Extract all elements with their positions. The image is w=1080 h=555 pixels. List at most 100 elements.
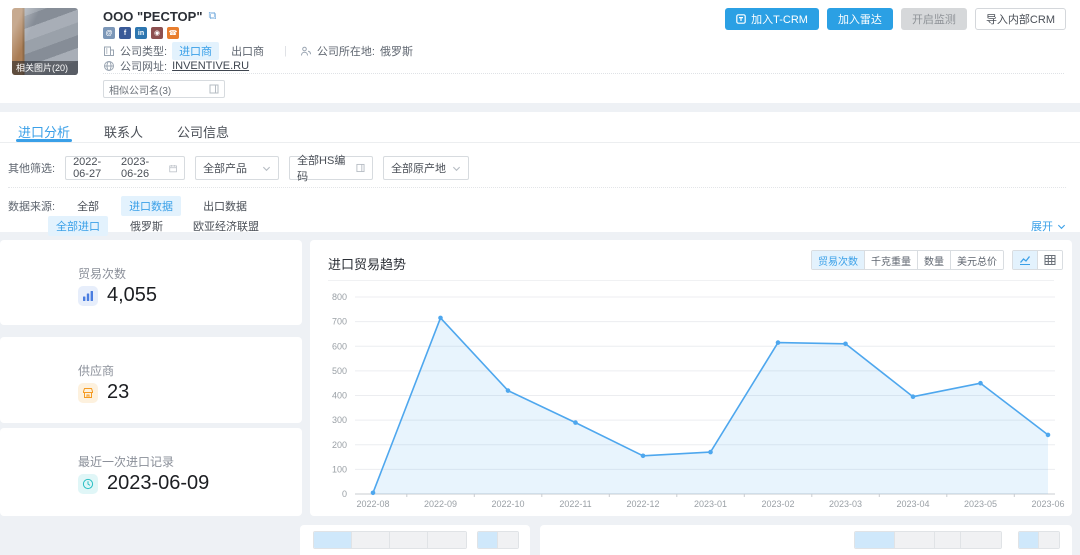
photo-social-icon[interactable]: ◉ — [151, 27, 163, 39]
add-to-radar-label: 加入雷达 — [838, 11, 882, 27]
data-source-label: 数据来源: — [8, 198, 55, 214]
stat-card-suppliers: 供应商 23 — [0, 337, 302, 423]
origin-select-value: 全部原产地 — [391, 160, 446, 176]
metric-trade-count[interactable]: 贸易次数 — [812, 251, 865, 269]
facebook-icon[interactable]: f — [119, 27, 131, 39]
next-section-card-right — [540, 525, 1072, 555]
metric-toggle-group: 贸易次数 千克重量 数量 美元总价 — [811, 250, 1004, 270]
company-website-line: 公司网址: INVENTIVE.RU — [103, 58, 249, 74]
enable-monitoring-button[interactable]: 开启监测 — [901, 8, 967, 30]
next-section-card-left — [300, 525, 530, 555]
copy-icon[interactable]: ⧉ — [209, 10, 217, 23]
globe-icon — [103, 60, 115, 72]
import-trend-card: 进口贸易趋势 贸易次数 千克重量 数量 美元总价 0 100 200 300 — [310, 240, 1072, 516]
svg-text:2022-09: 2022-09 — [424, 499, 457, 509]
company-photo-thumbnail[interactable]: 相关图片(20) — [12, 8, 78, 75]
svg-text:2023-05: 2023-05 — [964, 499, 997, 509]
list-icon — [356, 163, 365, 173]
company-type-label: 公司类型: — [120, 43, 167, 59]
stat-card-trade-count: 贸易次数 4,055 — [0, 240, 302, 325]
source-option-all[interactable]: 全部 — [69, 196, 107, 216]
stat-value: 2023-06-09 — [107, 472, 209, 495]
company-name: OOO "PECTOP" — [103, 9, 203, 24]
date-end: 2023-06-26 — [121, 156, 163, 180]
view-toggle-group[interactable] — [1018, 531, 1060, 549]
svg-text:500: 500 — [332, 366, 347, 376]
metric-quantity[interactable]: 数量 — [918, 251, 951, 269]
source-option-export[interactable]: 出口数据 — [195, 196, 255, 216]
website-label: 公司网址: — [120, 58, 167, 74]
building-icon — [103, 45, 115, 57]
date-range-picker[interactable]: 2022-06-27 2023-06-26 — [65, 156, 185, 180]
similar-companies-select[interactable]: 相似公司名(3) — [103, 80, 225, 98]
line-chart-view-button[interactable] — [1013, 251, 1038, 269]
expand-toggle[interactable]: 展开 — [1031, 218, 1066, 234]
hs-code-value: 全部HS编码 — [297, 152, 350, 184]
t-crm-icon — [736, 14, 746, 24]
chevron-down-icon — [452, 164, 461, 173]
svg-text:2023-02: 2023-02 — [761, 499, 794, 509]
add-to-tcrm-button[interactable]: 加入T-CRM — [725, 8, 819, 30]
shop-icon — [78, 383, 98, 403]
svg-text:2022-12: 2022-12 — [626, 499, 659, 509]
svg-text:2023-01: 2023-01 — [694, 499, 727, 509]
add-to-radar-button[interactable]: 加入雷达 — [827, 8, 893, 30]
product-select[interactable]: 全部产品 — [195, 156, 279, 180]
import-internal-crm-button[interactable]: 导入内部CRM — [975, 8, 1066, 30]
metric-usd-total[interactable]: 美元总价 — [951, 251, 1003, 269]
metric-kg-weight[interactable]: 千克重量 — [865, 251, 918, 269]
svg-text:2023-06: 2023-06 — [1031, 499, 1064, 509]
product-select-value: 全部产品 — [203, 160, 247, 176]
location-value: 俄罗斯 — [380, 43, 413, 59]
people-icon — [300, 45, 312, 57]
origin-select[interactable]: 全部原产地 — [383, 156, 469, 180]
divider: | — [284, 45, 287, 57]
web-social-icon[interactable]: @ — [103, 27, 115, 39]
stat-label: 供应商 — [78, 362, 114, 379]
view-toggle-group[interactable] — [477, 531, 519, 549]
svg-text:2022-10: 2022-10 — [491, 499, 524, 509]
stat-label: 最近一次进口记录 — [78, 453, 174, 470]
suboption-all-imports[interactable]: 全部进口 — [48, 216, 108, 236]
table-icon — [1044, 254, 1056, 266]
linkedin-icon[interactable]: in — [135, 27, 147, 39]
stat-label: 贸易次数 — [78, 265, 126, 282]
panel-icon — [209, 84, 219, 94]
svg-text:2023-03: 2023-03 — [829, 499, 862, 509]
svg-text:300: 300 — [332, 415, 347, 425]
tab-bar: 进口分析 联系人 公司信息 — [0, 112, 1080, 143]
chevron-down-icon — [262, 164, 271, 173]
metric-toggle-group[interactable] — [854, 531, 1002, 549]
similar-companies-label: 相似公司名(3) — [109, 82, 171, 97]
metric-toggle-group[interactable] — [313, 531, 467, 549]
view-toggle-group — [1012, 250, 1063, 270]
table-view-button[interactable] — [1038, 251, 1062, 269]
svg-text:200: 200 — [332, 440, 347, 450]
tab-company-info[interactable]: 公司信息 — [177, 122, 229, 142]
svg-text:0: 0 — [342, 489, 347, 499]
line-chart-icon — [1019, 254, 1031, 266]
other-filters-label: 其他筛选: — [8, 160, 55, 176]
hs-code-select[interactable]: 全部HS编码 — [289, 156, 373, 180]
source-option-import[interactable]: 进口数据 — [121, 196, 181, 216]
chevron-down-icon — [1057, 222, 1066, 231]
stat-value: 4,055 — [107, 284, 157, 307]
bar-chart-icon — [78, 286, 98, 306]
dotted-divider — [103, 73, 1064, 74]
suboption-russia[interactable]: 俄罗斯 — [122, 216, 171, 236]
tab-contacts[interactable]: 联系人 — [104, 122, 143, 142]
suboption-eaeu[interactable]: 欧亚经济联盟 — [185, 216, 267, 236]
import-trend-line-chart: 01002003004005006007008002022-082022-092… — [310, 280, 1072, 516]
chart-title: 进口贸易趋势 — [328, 254, 406, 273]
svg-text:600: 600 — [332, 341, 347, 351]
svg-text:800: 800 — [332, 292, 347, 302]
svg-text:2022-11: 2022-11 — [559, 499, 591, 509]
dotted-divider — [8, 187, 1066, 188]
website-link[interactable]: INVENTIVE.RU — [172, 60, 249, 72]
tab-import-analysis[interactable]: 进口分析 — [18, 122, 70, 142]
related-images-label: 相关图片(20) — [12, 61, 78, 75]
phone-icon[interactable]: ☎ — [167, 27, 179, 39]
svg-text:400: 400 — [332, 391, 347, 401]
date-start: 2022-06-27 — [73, 156, 115, 180]
svg-text:100: 100 — [332, 464, 347, 474]
